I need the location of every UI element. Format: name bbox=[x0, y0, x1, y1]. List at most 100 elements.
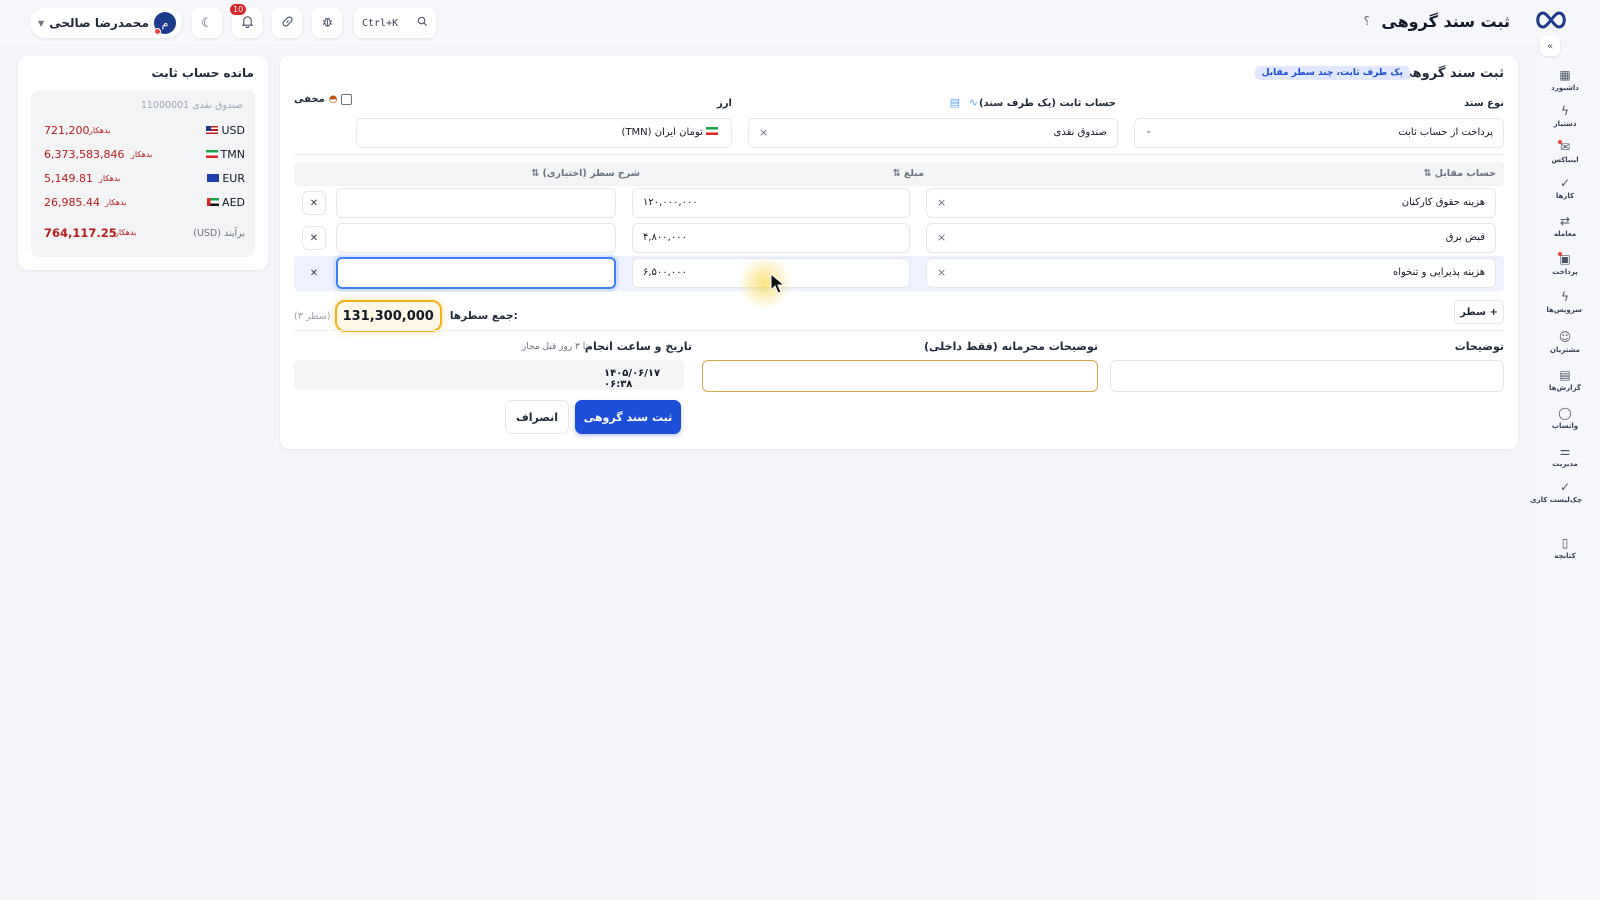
help-icon[interactable]: ؟ bbox=[1364, 14, 1370, 28]
users-icon: ☺ bbox=[1558, 330, 1572, 344]
clear-icon[interactable]: × bbox=[937, 231, 946, 244]
doc-type-label: نوع سند bbox=[1463, 98, 1504, 109]
private-description-textarea[interactable] bbox=[702, 360, 1098, 392]
form-title: ثبت سند گروهی bbox=[1399, 66, 1505, 81]
sidebar-item[interactable]: ☺ مشتریان bbox=[1548, 330, 1582, 354]
column-amount[interactable]: مبلغ ⇅ bbox=[893, 168, 924, 179]
sidebar-item[interactable]: ▯ کتابچه bbox=[1548, 536, 1582, 560]
sidebar-item[interactable]: ✓ کارها bbox=[1548, 176, 1582, 200]
cancel-button[interactable]: انصراف bbox=[505, 400, 569, 434]
fixed-account-value: صندوق نقدی bbox=[1053, 127, 1107, 138]
collapse-sidebar-button[interactable]: « bbox=[1540, 36, 1560, 56]
clear-icon[interactable]: × bbox=[937, 266, 946, 279]
sidebar-item[interactable]: ▤ گزارش‌ها bbox=[1548, 368, 1582, 392]
line-desc-input[interactable] bbox=[336, 188, 616, 218]
status-dot bbox=[153, 28, 161, 35]
sidebar-item[interactable]: ✓ چک‌لیست کاری bbox=[1530, 480, 1582, 504]
sidebar-item[interactable]: ⇄ معامله bbox=[1548, 214, 1582, 238]
sidebar-item-label: واتساپ bbox=[1551, 422, 1579, 430]
hidden-checkbox[interactable] bbox=[341, 94, 353, 105]
notifications-button[interactable]: 10 bbox=[230, 4, 262, 38]
moon-icon: ☾ bbox=[201, 15, 213, 31]
doc-type-select[interactable]: پرداخت از حساب ثابت ⌄ bbox=[1134, 118, 1504, 148]
submit-batch-document-button[interactable]: ثبت سند گروهی bbox=[575, 400, 681, 434]
private-description-label: توضیحات محرمانه (فقط داخلی) bbox=[924, 340, 1098, 353]
clear-icon[interactable]: × bbox=[759, 126, 768, 139]
counter-account-select[interactable]: هزینه پذیرایی و تنخواه × bbox=[926, 258, 1496, 288]
counter-account-select[interactable]: قبض برق × bbox=[926, 223, 1496, 253]
sidebar-item[interactable]: ▦ داشبورد bbox=[1548, 68, 1582, 92]
close-icon: ✕ bbox=[309, 267, 319, 279]
balance-row: 6,373,583,846 بدهکار TMN bbox=[41, 148, 245, 164]
fixed-account-select[interactable]: صندوق نقدی × bbox=[748, 118, 1118, 148]
amount-input[interactable]: ۱۲۰,۰۰۰,۰۰۰ bbox=[632, 188, 910, 218]
link-button[interactable] bbox=[272, 8, 302, 38]
remove-row-button[interactable]: ✕ bbox=[302, 226, 326, 250]
sidebar-item-label: گزارش‌ها bbox=[1549, 384, 1581, 392]
datetime-input[interactable]: ۱۴۰۵/۰۶/۱۷ ۰۶:۳۸ bbox=[294, 360, 684, 390]
sidebar-item-label: مشتریان bbox=[1550, 346, 1580, 354]
line-desc-input[interactable] bbox=[336, 223, 616, 253]
balance-amount: 5,149.81 bbox=[44, 172, 93, 185]
sidebar-item[interactable]: ✉ اینباکس bbox=[1548, 140, 1582, 164]
sidebar-item[interactable]: ⚌ مدیریت bbox=[1548, 444, 1582, 468]
chevron-down-icon: ▼ bbox=[38, 18, 45, 28]
balance-total-label: برآیند (USD) bbox=[193, 228, 245, 239]
currency-code: USD bbox=[221, 124, 245, 137]
amount-input[interactable]: ۴,۸۰۰,۰۰۰ bbox=[632, 223, 910, 253]
clear-icon[interactable]: × bbox=[937, 196, 946, 209]
sidebar-item-label: سرویس‌ها bbox=[1546, 306, 1582, 314]
datetime-value: ۱۴۰۵/۰۶/۱۷ ۰۶:۳۸ bbox=[604, 368, 661, 390]
line-desc-input[interactable] bbox=[336, 257, 616, 289]
top-bar: ثبت سند گروهی ؟ ▼ محمدرضا صالحی م ☾ 10 C… bbox=[0, 0, 1600, 44]
sidebar-item[interactable]: ◯ واتساپ bbox=[1548, 406, 1582, 430]
notification-badge: 10 bbox=[230, 4, 247, 15]
check-icon: ✓ bbox=[1559, 480, 1571, 494]
bug-icon bbox=[321, 15, 334, 32]
datetime-hint: تا ۳ روز قبل مجاز bbox=[521, 342, 588, 352]
rows-total-value: 131,300,000 bbox=[342, 308, 434, 324]
close-icon: ✕ bbox=[309, 232, 319, 244]
eu-flag-icon bbox=[207, 174, 220, 182]
bolt-icon: ϟ bbox=[1561, 290, 1569, 304]
remove-row-button[interactable]: ✕ bbox=[302, 261, 326, 285]
add-row-button[interactable]: + سطر bbox=[1454, 300, 1504, 324]
column-line-desc[interactable]: شرح سطر (اختیاری) ⇅ bbox=[531, 168, 640, 179]
link-icon bbox=[281, 15, 294, 32]
us-flag-icon bbox=[206, 126, 219, 134]
hidden-toggle[interactable]: ◓ مخفی bbox=[294, 94, 353, 105]
column-counter-account[interactable]: حساب مقابل ⇅ bbox=[1423, 168, 1496, 179]
bug-report-button[interactable] bbox=[312, 8, 342, 38]
search-icon bbox=[417, 16, 428, 30]
activity-icon[interactable]: ∿ bbox=[969, 96, 978, 109]
description-textarea[interactable] bbox=[1110, 360, 1504, 392]
amount-value: ۴,۸۰۰,۰۰۰ bbox=[643, 232, 687, 243]
inbox-icon: ✉ bbox=[1559, 140, 1571, 154]
document-icon[interactable]: ▤ bbox=[950, 96, 960, 109]
user-menu[interactable]: ▼ محمدرضا صالحی م bbox=[30, 8, 182, 38]
balance-direction: بدهکار bbox=[89, 126, 111, 135]
currency-code: TMN bbox=[220, 148, 245, 161]
sidebar-item[interactable]: ϟ سرویس‌ها bbox=[1546, 290, 1582, 314]
hidden-label: مخفی bbox=[294, 94, 325, 105]
balance-row: 5,149.81 بدهکار EUR bbox=[41, 172, 245, 188]
app-logo[interactable] bbox=[1534, 10, 1568, 30]
check-icon: ✓ bbox=[1559, 176, 1571, 190]
iran-flag-icon bbox=[205, 150, 218, 158]
currency-code: AED bbox=[222, 196, 245, 209]
fixed-account-balance-card: مانده حساب ثابت صندوق نقدی 11000001 721,… bbox=[18, 56, 268, 270]
search-button[interactable]: Ctrl+K bbox=[354, 8, 436, 38]
counter-account-select[interactable]: هزینه حقوق کارکنان × bbox=[926, 188, 1496, 218]
currency-select[interactable]: تومان ایران (TMN) bbox=[356, 118, 732, 148]
batch-document-form: ثبت سند گروهی یک طرف ثابت، چند سطر مقابل… bbox=[280, 56, 1518, 449]
sidebar-item-label: اینباکس bbox=[1551, 156, 1579, 164]
sidebar-item[interactable]: ▣ پرداخت bbox=[1548, 252, 1582, 276]
theme-toggle-button[interactable]: ☾ bbox=[192, 8, 222, 38]
remove-row-button[interactable]: ✕ bbox=[302, 191, 326, 215]
amount-value: ۶,۵۰۰,۰۰۰ bbox=[643, 267, 687, 278]
sidebar-item-label: داشبورد bbox=[1551, 84, 1579, 92]
sidebar-item-label: معامله bbox=[1553, 230, 1577, 238]
incognito-icon: ◓ bbox=[328, 94, 338, 105]
iran-flag-icon bbox=[706, 127, 718, 135]
sidebar-item[interactable]: ϟ دستیار bbox=[1548, 104, 1582, 128]
